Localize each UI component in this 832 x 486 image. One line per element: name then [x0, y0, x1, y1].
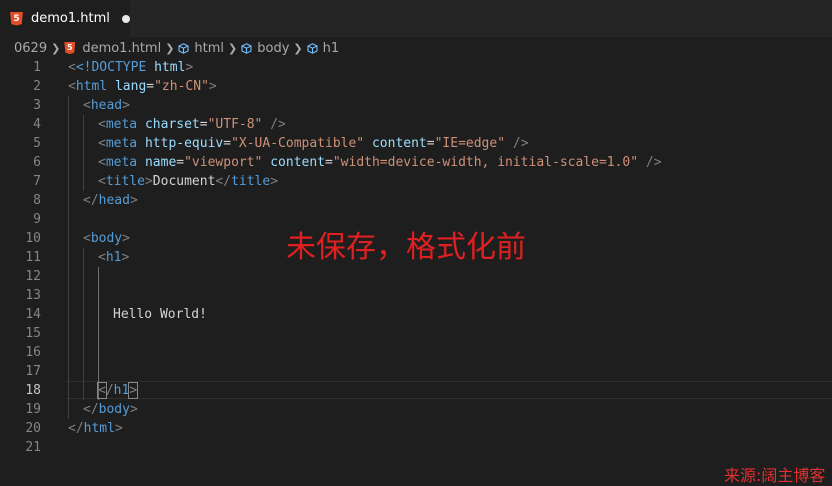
code-line: </h1> [97, 382, 139, 399]
code-token: meta [105, 155, 138, 170]
code-token: Hello World! [113, 307, 207, 322]
code-token: name [144, 155, 177, 170]
code-line: </head> [83, 193, 138, 208]
breadcrumb-folder[interactable]: 0629 [14, 41, 47, 56]
code-line: <h1> [98, 250, 130, 265]
cube-icon [178, 42, 189, 54]
breadcrumb-symbol-h1[interactable]: h1 [307, 40, 340, 56]
breadcrumb: 0629 ❯ 5 demo1.html ❯ html ❯ body ❯ h1 [0, 37, 832, 59]
code-line: <body> [83, 231, 130, 246]
line-number: 4 [33, 117, 41, 132]
code-token: Document [152, 174, 216, 189]
code-token: "viewport" [184, 155, 263, 170]
annotation-text: 未保存，格式化前 [286, 230, 526, 265]
code-token: h1 [105, 250, 122, 265]
code-token: content [270, 155, 326, 170]
html5-icon: 5 [64, 42, 76, 54]
line-number: 2 [33, 79, 41, 94]
code-token: "zh-CN" [154, 79, 209, 94]
code-token: <!DOCTYPE [75, 60, 147, 75]
breadcrumb-file[interactable]: 5 demo1.html [64, 41, 161, 56]
code-token: "UTF-8" [207, 117, 263, 132]
line-number: 11 [25, 250, 41, 265]
unsaved-dot-icon[interactable] [121, 14, 130, 23]
line-number: 16 [25, 345, 41, 360]
code-line: </html> [68, 421, 123, 436]
code-line: <<!DOCTYPE html> [68, 60, 194, 75]
tab-bar: 5 demo1.html [0, 0, 832, 37]
breadcrumb-symbol-html[interactable]: html [178, 41, 224, 56]
line-number: 9 [33, 212, 41, 227]
breadcrumb-symbol-label: body [257, 40, 290, 56]
line-number: 20 [25, 421, 41, 436]
line-number: 13 [25, 288, 41, 303]
code-token: http-equiv [144, 136, 224, 151]
code-line: <meta name="viewport" content="width=dev… [98, 155, 662, 170]
code-token: "width=device-width, initial-scale=1.0" [332, 155, 639, 170]
code-line: Hello World! [113, 305, 207, 324]
cube-icon [241, 42, 252, 54]
line-number: 3 [33, 98, 41, 113]
code-token: charset [144, 117, 200, 132]
line-number: 6 [33, 155, 41, 170]
breadcrumb-file-label: demo1.html [82, 40, 162, 56]
code-token: "IE=edge" [434, 136, 506, 151]
code-token: meta [105, 136, 138, 151]
breadcrumb-symbol-label: html [194, 40, 225, 56]
code-token: title [231, 174, 271, 189]
line-number: 14 [25, 307, 41, 322]
line-number: 1 [33, 60, 41, 75]
code-token: html [154, 60, 186, 75]
line-number: 21 [25, 440, 41, 455]
html5-icon: 5 [10, 11, 23, 26]
chevron-right-icon: ❯ [293, 41, 303, 55]
breadcrumb-symbol-label: h1 [322, 40, 340, 56]
breadcrumb-symbol-body[interactable]: body [241, 41, 289, 56]
code-line: <meta charset="UTF-8" /> [98, 117, 286, 132]
line-number: 8 [33, 193, 41, 208]
breadcrumb-folder-label: 0629 [14, 40, 48, 56]
code-token: body [90, 231, 123, 246]
code-token: title [105, 174, 145, 189]
line-number: 5 [33, 136, 41, 151]
line-number: 17 [25, 364, 41, 379]
line-number: 12 [25, 269, 41, 284]
code-token: body [98, 402, 130, 417]
line-number: 19 [25, 402, 41, 417]
line-number: 15 [25, 326, 41, 341]
code-line: <html lang="zh-CN"> [68, 79, 217, 94]
line-number-active: 18 [25, 383, 41, 398]
code-token: content [371, 136, 427, 151]
code-token: html [83, 421, 115, 436]
code-token: "X-UA-Compatible" [231, 136, 365, 151]
code-token: h1 [113, 383, 130, 398]
chevron-right-icon: ❯ [51, 41, 61, 55]
code-token: head [90, 98, 123, 113]
chevron-right-icon: ❯ [165, 41, 175, 55]
code-token: html [75, 79, 108, 94]
code-line: <head> [83, 98, 130, 113]
code-token: lang [114, 79, 147, 94]
code-token: meta [105, 117, 138, 132]
watermark: 来源:阔主博客 [724, 466, 826, 485]
code-token: head [98, 193, 130, 208]
line-number: 7 [33, 174, 41, 189]
line-number: 10 [25, 231, 41, 246]
code-line: <meta http-equiv="X-UA-Compatible" conte… [98, 136, 529, 151]
chevron-right-icon: ❯ [228, 41, 238, 55]
tab-label: demo1.html [31, 11, 110, 26]
code-editor[interactable]: 1 2 3 4 5 6 7 8 9 10 11 12 13 14 15 16 1… [0, 58, 832, 482]
code-line: <title>Document</title> [98, 174, 279, 189]
editor-tab-demo1[interactable]: 5 demo1.html [0, 0, 130, 37]
code-line: </body> [83, 402, 138, 417]
cube-icon [307, 42, 318, 54]
